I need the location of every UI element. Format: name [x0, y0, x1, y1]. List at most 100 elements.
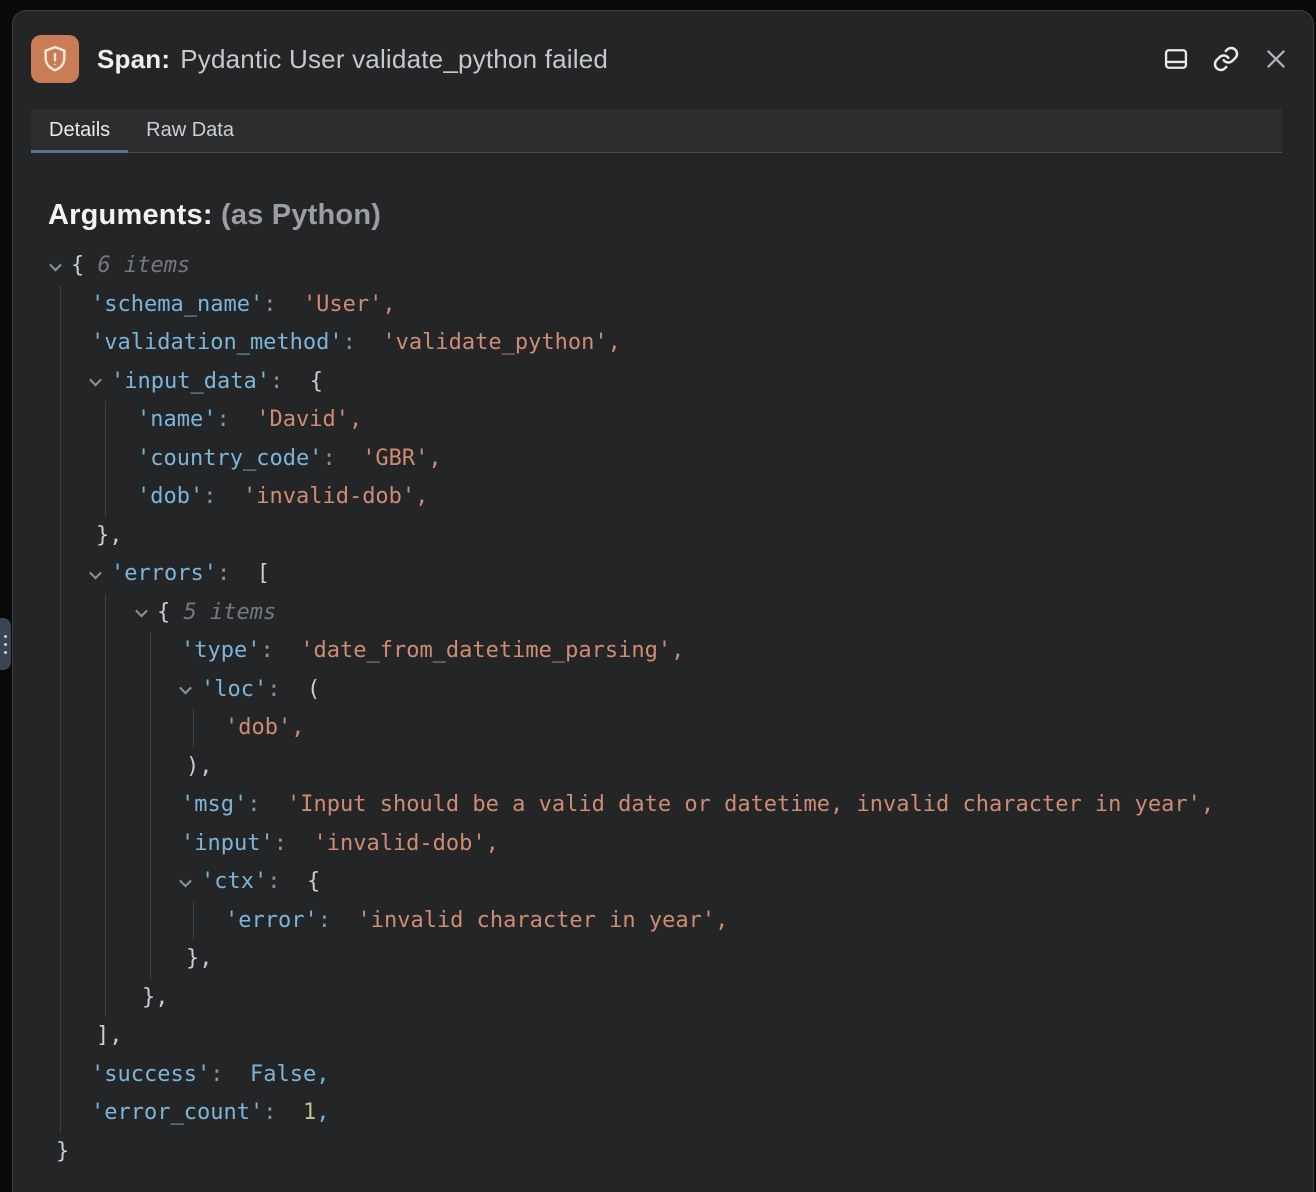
- token-colon: :: [267, 671, 307, 710]
- code-line: 'success': False,: [48, 1056, 1299, 1095]
- token-key: 'error_count': [91, 1094, 263, 1133]
- token-str: 'date_from_datetime_parsing',: [300, 632, 684, 671]
- panel-bottom-icon[interactable]: [1161, 44, 1191, 74]
- token-str: 'invalid character in year',: [357, 902, 728, 941]
- shield-alert-icon: [31, 35, 79, 83]
- token-key: 'errors': [111, 555, 217, 594]
- chevron-down-icon[interactable]: [181, 872, 201, 892]
- token-colon: :: [260, 632, 300, 671]
- code-line: 'type': 'date_from_datetime_parsing',: [48, 632, 1299, 671]
- link-icon[interactable]: [1211, 44, 1241, 74]
- token-punct: (: [307, 671, 320, 710]
- code-line: },: [48, 940, 1299, 979]
- code-line: 'validation_method': 'validate_python',: [48, 324, 1299, 363]
- code-line: 'errors': [: [48, 555, 1299, 594]
- token-punct: [: [257, 555, 270, 594]
- code-line: ],: [48, 1017, 1299, 1056]
- token-bool: False,: [250, 1056, 329, 1095]
- token-str: 'invalid-dob',: [243, 478, 428, 517]
- token-colon: :: [274, 825, 314, 864]
- token-key: 'loc': [201, 671, 267, 710]
- token-str: 'invalid-dob',: [313, 825, 498, 864]
- code-line: 'dob',: [48, 709, 1299, 748]
- token-items: 5 items: [184, 594, 277, 633]
- token-colon: :: [263, 1094, 303, 1133]
- token-colon: :: [210, 1056, 250, 1095]
- token-key: 'validation_method': [91, 324, 343, 363]
- token-str: 'GBR',: [362, 440, 441, 479]
- code-line: },: [48, 517, 1299, 556]
- span-kind-label: Span:: [97, 44, 170, 74]
- section-heading: Arguments: (as Python): [48, 199, 381, 232]
- token-punct: },: [186, 940, 213, 979]
- token-key: 'msg': [181, 786, 247, 825]
- token-key: 'input': [181, 825, 274, 864]
- code-line: 'ctx': {: [48, 863, 1299, 902]
- token-str: 'David',: [256, 401, 362, 440]
- chevron-down-icon[interactable]: [181, 680, 201, 700]
- screen: Span: Pydantic User validate_python faile…: [0, 0, 1316, 1192]
- panel-title: Span: Pydantic User validate_python faile…: [97, 44, 608, 75]
- token-punct: ],: [96, 1017, 123, 1056]
- token-key: 'schema_name': [91, 286, 263, 325]
- token-key: 'type': [181, 632, 260, 671]
- code-line: 'msg': 'Input should be a valid date or …: [48, 786, 1299, 825]
- token-colon: :: [216, 401, 256, 440]
- code-line: 'dob': 'invalid-dob',: [48, 478, 1299, 517]
- token-items: 6 items: [98, 247, 191, 286]
- token-str: 'dob',: [225, 709, 304, 748]
- panel-header: Span: Pydantic User validate_python faile…: [13, 11, 1313, 107]
- code-line: },: [48, 979, 1299, 1018]
- token-colon: :: [247, 786, 287, 825]
- token-colon: :: [203, 478, 243, 517]
- token-punct: }: [56, 1133, 69, 1172]
- token-punct: },: [142, 979, 169, 1018]
- token-colon: :: [343, 324, 383, 363]
- token-num: 1: [303, 1094, 316, 1133]
- code-line: 'loc': (: [48, 671, 1299, 710]
- chevron-down-icon[interactable]: [51, 256, 71, 276]
- chevron-down-icon[interactable]: [137, 603, 157, 623]
- token-colon: :: [267, 863, 307, 902]
- token-punct: {: [157, 594, 184, 633]
- code-line: { 6 items: [48, 247, 1299, 286]
- token-str: 'User',: [303, 286, 396, 325]
- token-key: 'ctx': [201, 863, 267, 902]
- code-line: 'name': 'David',: [48, 401, 1299, 440]
- chevron-down-icon[interactable]: [91, 372, 111, 392]
- token-key: 'country_code': [137, 440, 322, 479]
- token-str: 'Input should be a valid date or datetim…: [287, 786, 1214, 825]
- token-key: 'success': [91, 1056, 210, 1095]
- tab-raw-data[interactable]: Raw Data: [128, 109, 252, 152]
- token-colon: :: [270, 363, 310, 402]
- token-colon: :: [263, 286, 303, 325]
- code-line: 'country_code': 'GBR',: [48, 440, 1299, 479]
- tab-details[interactable]: Details: [31, 109, 128, 152]
- code-tree: { 6 items'schema_name': 'User','validati…: [48, 247, 1299, 1173]
- code-line: 'input_data': {: [48, 363, 1299, 402]
- close-icon[interactable]: [1261, 44, 1291, 74]
- code-line: 'input': 'invalid-dob',: [48, 825, 1299, 864]
- code-line: 'error': 'invalid character in year',: [48, 902, 1299, 941]
- code-line: 'error_count': 1,: [48, 1094, 1299, 1133]
- chevron-down-icon[interactable]: [91, 564, 111, 584]
- token-punct: {: [307, 863, 320, 902]
- token-colon: :: [217, 555, 257, 594]
- token-punct: ),: [186, 748, 213, 787]
- code-line: }: [48, 1133, 1299, 1172]
- header-actions: [1161, 44, 1291, 74]
- code-line: ),: [48, 748, 1299, 787]
- token-key: 'error': [225, 902, 318, 941]
- tab-bar: DetailsRaw Data: [31, 109, 1282, 153]
- span-name: Pydantic User validate_python failed: [180, 44, 608, 74]
- token-colon: :: [322, 440, 362, 479]
- token-punct: {: [71, 247, 98, 286]
- token-punct: {: [310, 363, 323, 402]
- token-punct: },: [96, 517, 123, 556]
- token-str: 'validate_python',: [382, 324, 620, 363]
- token-bool: ,: [316, 1094, 329, 1133]
- panel-resize-handle[interactable]: [0, 618, 11, 670]
- code-line: { 5 items: [48, 594, 1299, 633]
- span-detail-panel: Span: Pydantic User validate_python faile…: [12, 10, 1314, 1192]
- token-key: 'input_data': [111, 363, 270, 402]
